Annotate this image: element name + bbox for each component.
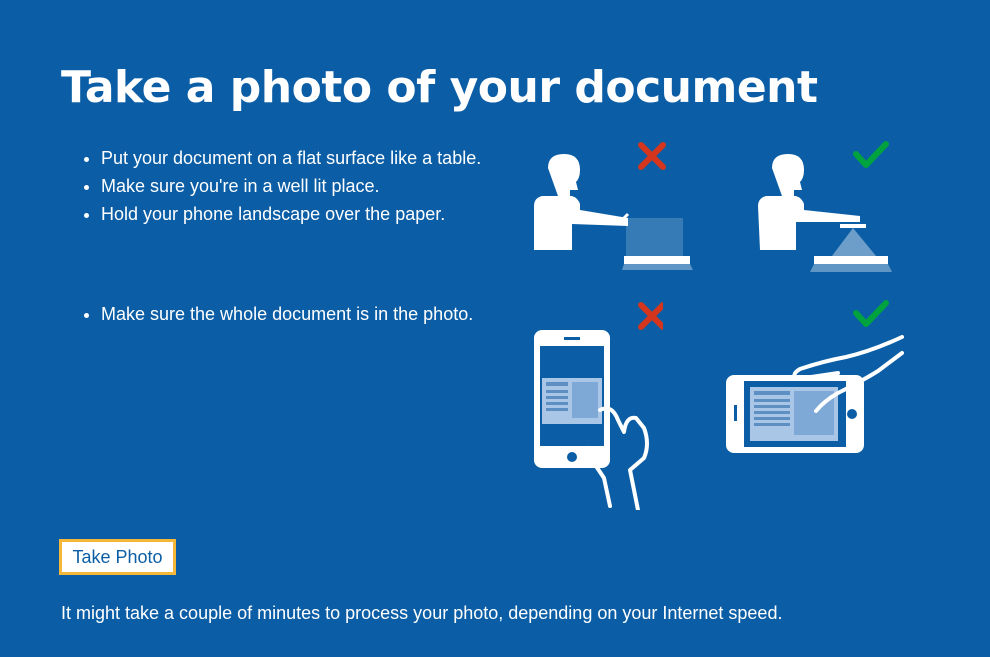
processing-note: It might take a couple of minutes to pro… <box>61 603 783 623</box>
phone-overhead-icon <box>810 224 892 272</box>
instruction-item: Make sure you're in a well lit place. <box>101 172 501 200</box>
person-icon <box>534 154 628 250</box>
instruction-item: Put your document on a flat surface like… <box>101 144 501 172</box>
instruction-item: Hold your phone landscape over the paper… <box>101 200 501 228</box>
checkmark-icon <box>853 141 889 168</box>
page-title: Take a photo of your document <box>61 62 818 113</box>
illustration-portrait-phone <box>534 302 663 510</box>
cross-icon <box>638 302 663 330</box>
instructions-list: Put your document on a flat surface like… <box>77 144 501 228</box>
checkmark-icon <box>853 300 889 327</box>
instruction-item: Make sure the whole document is in the p… <box>101 300 501 328</box>
person-icon <box>758 154 860 250</box>
phone-landscape-icon <box>726 375 864 453</box>
illustration-overhead-photo <box>758 141 892 272</box>
phone-angled-icon <box>618 212 693 270</box>
phone-portrait-icon <box>534 330 610 468</box>
document-photo-page: Take a photo of your document Put your d… <box>0 0 990 657</box>
cross-icon <box>638 142 666 170</box>
instructions-list-whole-document: Make sure the whole document is in the p… <box>77 300 501 328</box>
illustration-landscape-phone <box>726 300 904 453</box>
illustration-angled-photo <box>534 142 693 270</box>
take-photo-button[interactable]: Take Photo <box>59 539 176 575</box>
